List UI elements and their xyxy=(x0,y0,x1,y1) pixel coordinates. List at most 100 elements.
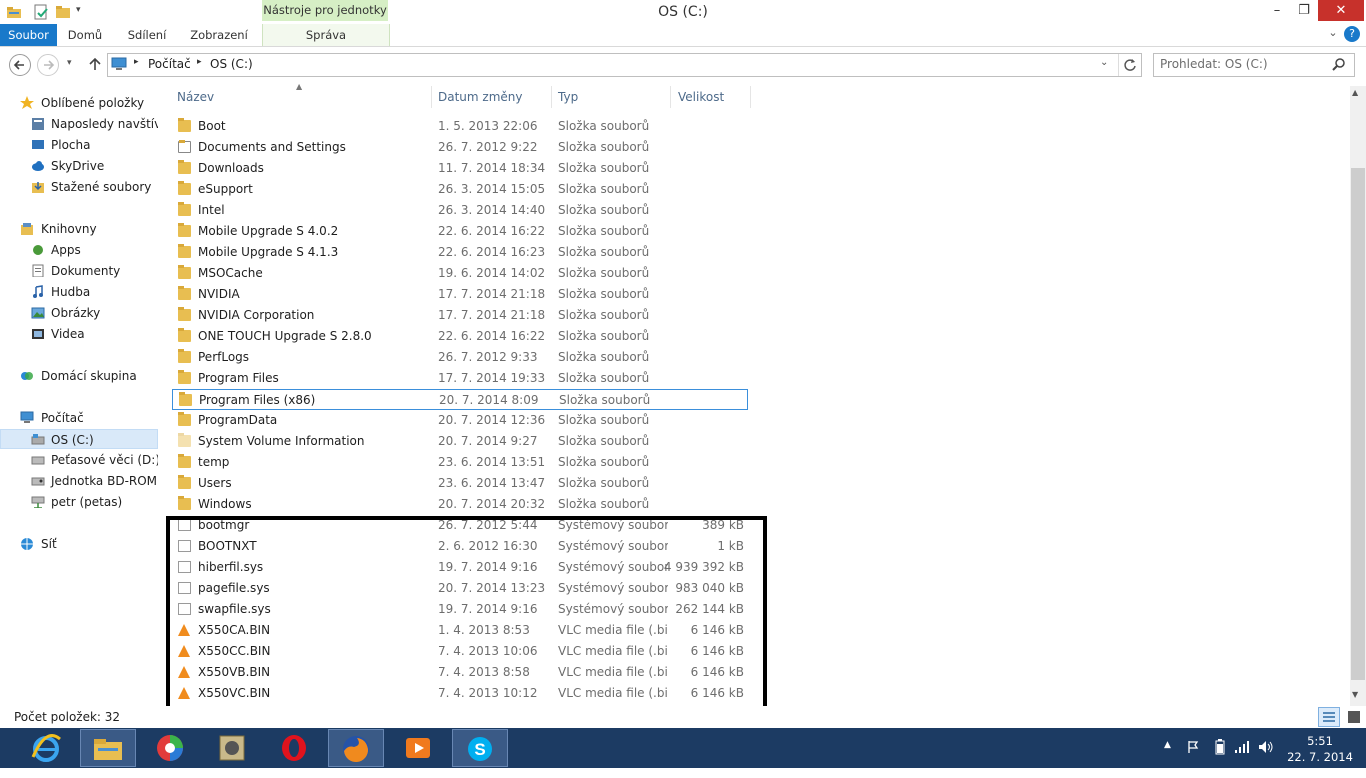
file-date: 17. 7. 2014 21:18 xyxy=(438,287,546,301)
search-icon[interactable] xyxy=(1332,57,1346,74)
maximize-button[interactable]: ❐ xyxy=(1290,0,1318,21)
file-row[interactable]: System Volume Information 20. 7. 2014 9:2… xyxy=(172,431,748,452)
network-signal-icon[interactable] xyxy=(1234,740,1250,757)
column-separator[interactable] xyxy=(750,86,751,108)
close-button[interactable]: ✕ xyxy=(1318,0,1364,21)
folder-icon xyxy=(178,370,191,384)
file-row[interactable]: Boot 1. 5. 2013 22:06 Složka souborů xyxy=(172,116,748,137)
column-separator[interactable] xyxy=(670,86,671,108)
help-icon[interactable]: ? xyxy=(1344,26,1360,42)
file-row[interactable]: Mobile Upgrade S 4.1.3 22. 6. 2014 16:23 S… xyxy=(172,242,748,263)
nav-libraries[interactable]: Knihovny xyxy=(0,219,158,239)
column-header-date[interactable]: Datum změny xyxy=(438,90,523,106)
address-dropdown-icon[interactable]: ⌄ xyxy=(1100,57,1108,68)
nav-item-drive-d[interactable]: Peťasové věci (D:) xyxy=(0,450,158,470)
scrollbar-thumb[interactable] xyxy=(1351,168,1365,680)
back-button[interactable] xyxy=(9,54,31,76)
tab-home[interactable]: Domů xyxy=(61,24,109,46)
file-type: Složka souborů xyxy=(558,371,650,385)
nav-favorites[interactable]: Oblíbené položky xyxy=(0,93,158,113)
media-player-icon[interactable] xyxy=(390,729,446,767)
nav-item-pictures[interactable]: Obrázky xyxy=(0,303,158,323)
firefox-icon[interactable] xyxy=(328,729,384,767)
clock-time[interactable]: 5:51 xyxy=(1298,734,1342,748)
tab-file[interactable]: Soubor xyxy=(0,24,57,46)
nav-item-desktop[interactable]: Plocha xyxy=(0,135,158,155)
show-hidden-icons-icon[interactable]: ▲ xyxy=(1164,740,1171,750)
file-row[interactable]: MSOCache 19. 6. 2014 14:02 Složka souborů xyxy=(172,263,748,284)
file-row[interactable]: Program Files 17. 7. 2014 19:33 Složka sou… xyxy=(172,368,748,389)
breadcrumb-drive-c[interactable]: OS (C:) xyxy=(210,57,253,71)
nav-item-music[interactable]: Hudba xyxy=(0,282,158,302)
nav-item-documents[interactable]: Dokumenty xyxy=(0,261,158,281)
tab-manage[interactable]: Správa xyxy=(262,24,390,46)
nav-item-recent[interactable]: Naposledy navštívené xyxy=(0,114,158,134)
clock-date[interactable]: 22. 7. 2014 xyxy=(1282,750,1358,764)
file-row[interactable]: temp 23. 6. 2014 13:51 Složka souborů xyxy=(172,452,748,473)
file-row[interactable]: NVIDIA Corporation 17. 7. 2014 21:18 Složk… xyxy=(172,305,748,326)
file-row[interactable]: Mobile Upgrade S 4.0.2 22. 6. 2014 16:22 S… xyxy=(172,221,748,242)
nav-item-apps[interactable]: Apps xyxy=(0,240,158,260)
archive-icon[interactable] xyxy=(204,729,260,767)
nav-item-network-drive[interactable]: petr (petas) xyxy=(0,492,158,512)
nav-label: Peťasové věci (D:) xyxy=(51,453,158,467)
nav-item-bd-rom[interactable]: Jednotka BD-ROM (E:) xyxy=(0,471,158,491)
folder-icon xyxy=(178,244,191,258)
file-row[interactable]: ONE TOUCH Upgrade S 2.8.0 22. 6. 2014 16:… xyxy=(172,326,748,347)
internet-explorer-icon[interactable] xyxy=(18,729,74,767)
file-row[interactable]: NVIDIA 17. 7. 2014 21:18 Složka souborů xyxy=(172,284,748,305)
ribbon-expand-icon[interactable]: ⌄ xyxy=(1326,26,1340,39)
file-row[interactable]: Intel 26. 3. 2014 14:40 Složka souborů xyxy=(172,200,748,221)
column-separator[interactable] xyxy=(551,86,552,108)
file-row[interactable]: ProgramData 20. 7. 2014 12:36 Složka soubo… xyxy=(172,410,748,431)
up-button[interactable] xyxy=(86,55,104,76)
minimize-button[interactable]: – xyxy=(1264,0,1290,21)
picasa-icon[interactable] xyxy=(142,729,198,767)
opera-icon[interactable] xyxy=(266,729,322,767)
file-row[interactable]: Users 23. 6. 2014 13:47 Složka souborů xyxy=(172,473,748,494)
nav-network[interactable]: Síť xyxy=(0,534,158,554)
column-header-name[interactable]: Název xyxy=(177,90,214,106)
column-separator[interactable] xyxy=(431,86,432,108)
file-row[interactable]: Documents and Settings 26. 7. 2012 9:22 Sl… xyxy=(172,137,748,158)
address-bar[interactable] xyxy=(107,53,1142,77)
scroll-down-icon[interactable]: ▼ xyxy=(1352,690,1358,699)
file-row[interactable]: PerfLogs 26. 7. 2012 9:33 Složka souborů xyxy=(172,347,748,368)
file-row[interactable]: Downloads 11. 7. 2014 18:34 Složka souborů xyxy=(172,158,748,179)
action-center-flag-icon[interactable] xyxy=(1186,740,1200,757)
file-type: Složka souborů xyxy=(558,140,650,154)
folder-icon xyxy=(178,496,191,510)
recent-locations-icon[interactable]: ▾ xyxy=(67,58,72,68)
folder-icon xyxy=(178,160,191,174)
tab-share[interactable]: Sdílení xyxy=(122,24,172,46)
nav-homegroup[interactable]: Domácí skupina xyxy=(0,366,158,386)
file-explorer-icon[interactable] xyxy=(80,729,136,767)
file-type: Složka souborů xyxy=(559,393,651,407)
column-header-type[interactable]: Typ xyxy=(558,90,578,106)
nav-item-downloads[interactable]: Stažené soubory xyxy=(0,177,158,197)
file-date: 17. 7. 2014 21:18 xyxy=(438,308,546,322)
file-row[interactable]: Program Files (x86) 20. 7. 2014 8:09 Složk… xyxy=(172,389,748,410)
large-icons-view-button[interactable] xyxy=(1344,707,1364,727)
nav-item-skydrive[interactable]: SkyDrive xyxy=(0,156,158,176)
file-type: Složka souborů xyxy=(558,203,650,217)
file-name: NVIDIA Corporation xyxy=(198,308,315,322)
breadcrumb-computer[interactable]: Počítač xyxy=(148,57,191,71)
skype-icon[interactable]: S xyxy=(452,729,508,767)
nav-computer[interactable]: Počítač xyxy=(0,408,158,428)
file-date: 17. 7. 2014 19:33 xyxy=(438,371,546,385)
refresh-button[interactable] xyxy=(1118,54,1141,76)
nav-item-videos[interactable]: Videa xyxy=(0,324,158,344)
file-type: Složka souborů xyxy=(558,476,650,490)
volume-icon[interactable] xyxy=(1258,740,1274,757)
file-row[interactable]: Windows 20. 7. 2014 20:32 Složka souborů xyxy=(172,494,748,515)
column-header-size[interactable]: Velikost xyxy=(678,90,724,106)
scroll-up-icon[interactable]: ▲ xyxy=(1352,88,1358,97)
forward-button[interactable] xyxy=(37,54,59,76)
tab-view[interactable]: Zobrazení xyxy=(186,24,252,46)
details-view-button[interactable] xyxy=(1318,707,1340,727)
battery-icon[interactable] xyxy=(1214,739,1226,758)
nav-label: Videa xyxy=(51,327,85,341)
file-row[interactable]: eSupport 26. 3. 2014 15:05 Složka souborů xyxy=(172,179,748,200)
nav-item-drive-c[interactable]: OS (C:) xyxy=(0,429,158,449)
